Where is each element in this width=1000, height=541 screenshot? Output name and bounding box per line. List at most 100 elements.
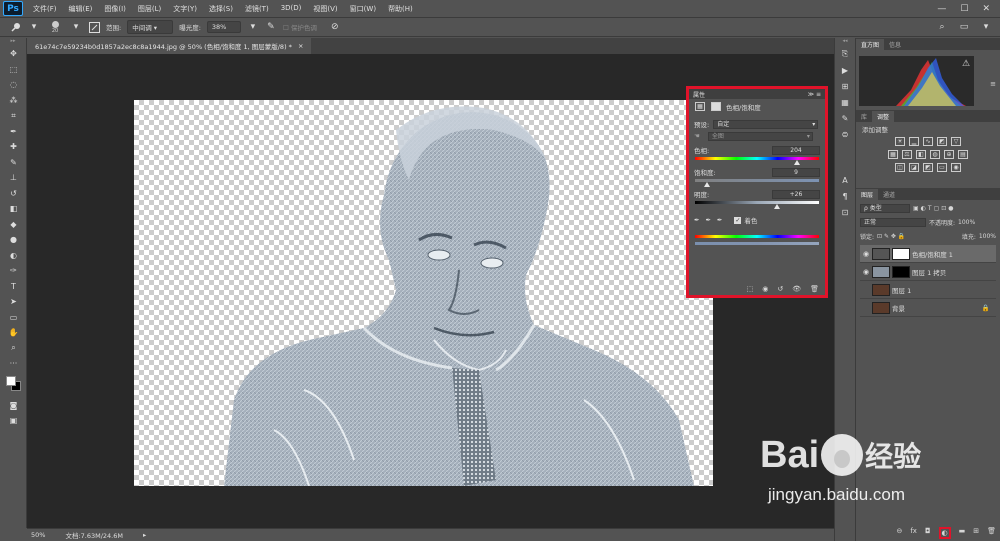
reset-icon[interactable]: ↺: [777, 285, 783, 293]
brush-dock-icon[interactable]: ✎: [835, 110, 855, 126]
chevron-down-icon[interactable]: ▾: [247, 21, 259, 33]
color-balance-icon[interactable]: ⚖: [902, 150, 912, 159]
tab-channels[interactable]: 通道: [878, 189, 900, 200]
quick-select-tool-icon[interactable]: ⁂: [0, 93, 27, 109]
eyedropper-tool-icon[interactable]: ✒: [0, 124, 27, 140]
history-icon[interactable]: ⎘: [835, 46, 855, 62]
protect-tones-checkbox[interactable]: ☐ 保护色调: [283, 22, 317, 32]
preset-select[interactable]: 自定 ▾: [713, 119, 819, 129]
menu-item[interactable]: 图层(L): [132, 4, 167, 14]
hue-input[interactable]: 204: [772, 145, 820, 155]
quick-mask-icon[interactable]: ◙: [0, 398, 27, 414]
view-previous-icon[interactable]: ◉: [762, 285, 768, 293]
panel-menu-icon[interactable]: ≫ ≡: [808, 91, 821, 98]
airbrush-icon[interactable]: ✎: [265, 21, 277, 33]
pressure-icon[interactable]: ⊘: [329, 21, 341, 33]
clone-source-icon[interactable]: ⊜: [835, 126, 855, 142]
menu-item[interactable]: 3D(D): [275, 4, 308, 14]
hand-adjust-icon[interactable]: ☚: [694, 132, 700, 140]
menu-item[interactable]: 窗口(W): [344, 4, 382, 14]
document-tab[interactable]: 61e74c7e59234b0d1857a2ec8c8a1944.jpg @ 5…: [27, 38, 312, 54]
brush-tool-icon[interactable]: ✎: [0, 155, 27, 171]
lasso-tool-icon[interactable]: ◌: [0, 77, 27, 93]
fx-icon[interactable]: fx: [910, 527, 917, 539]
color-swatches[interactable]: [0, 372, 26, 398]
layer-mask-icon[interactable]: [711, 102, 721, 111]
chevron-right-icon[interactable]: ▸: [143, 531, 146, 539]
brush-panel-icon[interactable]: [88, 21, 100, 33]
histogram-menu-icon[interactable]: ≡: [990, 80, 996, 88]
menu-item[interactable]: 图像(I): [98, 4, 132, 14]
more-tools-icon[interactable]: ···: [0, 356, 27, 372]
swatches-icon[interactable]: ▦: [835, 94, 855, 110]
lightness-input[interactable]: +26: [772, 189, 820, 199]
blend-mode-select[interactable]: 正常: [860, 217, 926, 227]
minimize-button[interactable]: —: [937, 4, 946, 14]
brush-preset-picker[interactable]: 20: [46, 20, 64, 34]
eye-icon[interactable]: ◉: [860, 268, 872, 276]
menu-item[interactable]: 帮助(H): [382, 4, 419, 14]
levels-icon[interactable]: ▁: [909, 137, 919, 146]
type-tool-icon[interactable]: T: [0, 279, 27, 295]
lock-icons[interactable]: ⊡ ✎ ✥ 🔒: [877, 233, 905, 240]
new-layer-icon[interactable]: ⊞: [973, 527, 979, 539]
black-white-icon[interactable]: ◧: [916, 150, 926, 159]
layer-mask-thumbnail[interactable]: [892, 247, 910, 260]
chevron-down-icon[interactable]: ▾: [980, 21, 992, 33]
marquee-tool-icon[interactable]: ⬚: [0, 62, 27, 78]
tab-adjustments[interactable]: 调整: [872, 111, 895, 122]
lightness-slider-thumb[interactable]: [773, 204, 780, 209]
properties-dock-icon[interactable]: ⊞: [835, 78, 855, 94]
channel-select[interactable]: 全图 ▾: [707, 131, 813, 141]
color-lookup-icon[interactable]: ▤: [958, 150, 968, 159]
crop-tool-icon[interactable]: ⌗: [0, 108, 27, 124]
exposure-icon[interactable]: ◩: [937, 137, 947, 146]
document-canvas[interactable]: [134, 100, 713, 486]
clip-to-layer-icon[interactable]: ⬚: [747, 285, 754, 293]
hue-sat-icon[interactable]: ▦: [888, 150, 898, 159]
menu-item[interactable]: 文件(F): [27, 4, 63, 14]
gradient-map-icon[interactable]: ▭: [937, 163, 947, 172]
dodge-tool-icon[interactable]: ◐: [0, 248, 27, 264]
vibrance-icon[interactable]: ▽: [951, 137, 961, 146]
history-brush-tool-icon[interactable]: ↺: [0, 186, 27, 202]
path-select-tool-icon[interactable]: ➤: [0, 294, 27, 310]
hue-slider-track[interactable]: [695, 157, 819, 160]
layer-row[interactable]: 图层 1: [860, 281, 996, 299]
saturation-slider-thumb[interactable]: [703, 182, 710, 187]
workspace-icon[interactable]: ▭: [958, 21, 970, 33]
close-tab-icon[interactable]: ×: [298, 42, 303, 50]
glyphs-icon[interactable]: ⊡: [835, 204, 855, 220]
curves-icon[interactable]: ∿: [923, 137, 933, 146]
tab-libraries[interactable]: 库: [856, 111, 872, 122]
channel-mixer-icon[interactable]: ⊕: [944, 150, 954, 159]
eye-icon[interactable]: ◉: [860, 250, 872, 258]
menu-item[interactable]: 编辑(E): [63, 4, 99, 14]
chevron-down-icon[interactable]: ▾: [70, 21, 82, 33]
layer-row[interactable]: ◉ 色相/饱和度 1: [860, 245, 996, 263]
blur-tool-icon[interactable]: ●: [0, 232, 27, 248]
healing-tool-icon[interactable]: ✚: [0, 139, 27, 155]
menu-item[interactable]: 文字(Y): [167, 4, 203, 14]
pen-tool-icon[interactable]: ✑: [0, 263, 27, 279]
tab-histogram[interactable]: 直方图: [856, 39, 885, 50]
filter-icons[interactable]: ▣◐T▢⊡●: [913, 205, 956, 212]
eraser-tool-icon[interactable]: ◧: [0, 201, 27, 217]
brightness-contrast-icon[interactable]: ☀: [895, 137, 905, 146]
foreground-color-swatch[interactable]: [6, 375, 16, 386]
close-button[interactable]: ✕: [982, 4, 990, 14]
delete-layer-icon[interactable]: 🗑: [987, 527, 996, 539]
eyedropper-plus-icon[interactable]: ✒: [705, 216, 710, 224]
opacity-value[interactable]: 100%: [958, 219, 975, 226]
new-group-icon[interactable]: ▬: [959, 527, 966, 539]
hue-slider-thumb[interactable]: [793, 160, 800, 165]
delete-adjustment-icon[interactable]: 🗑: [810, 285, 819, 293]
eyedropper-icon[interactable]: ✒: [694, 216, 699, 224]
hand-tool-icon[interactable]: ✋: [0, 325, 27, 341]
search-icon[interactable]: ⌕: [936, 21, 948, 33]
layer-row[interactable]: 背景 🔒: [860, 299, 996, 317]
layer-mask-thumbnail[interactable]: [892, 265, 910, 278]
clone-stamp-tool-icon[interactable]: ⊥: [0, 170, 27, 186]
shape-tool-icon[interactable]: ▭: [0, 310, 27, 326]
exposure-input[interactable]: 38%: [206, 21, 241, 33]
